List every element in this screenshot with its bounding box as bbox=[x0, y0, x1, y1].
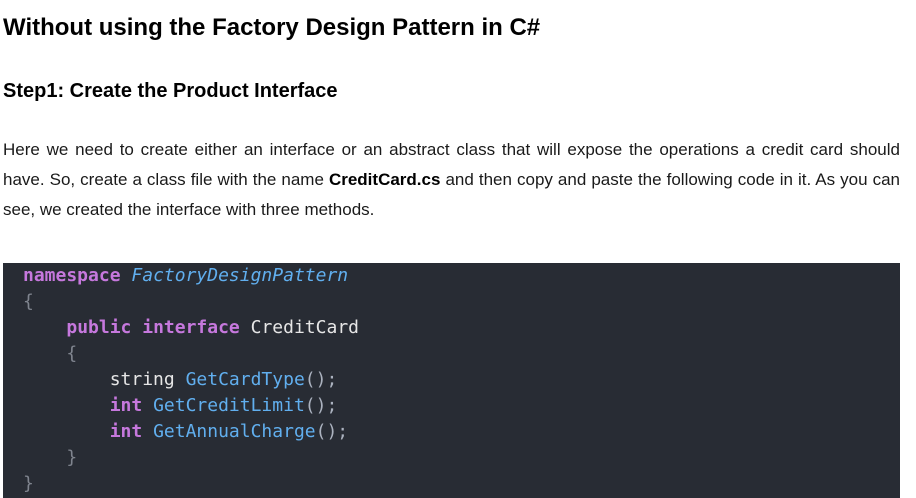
article-page: Without using the Factory Design Pattern… bbox=[0, 0, 916, 498]
method-suffix: (); bbox=[315, 421, 349, 442]
keyword-interface: interface bbox=[142, 317, 240, 338]
code-line-method-1: string GetCardType(); bbox=[23, 367, 900, 393]
keyword-namespace: namespace bbox=[23, 265, 121, 286]
code-line-close-brace: } bbox=[23, 471, 900, 497]
code-block[interactable]: namespace FactoryDesignPattern{ public i… bbox=[3, 263, 900, 498]
code-content: namespace FactoryDesignPattern{ public i… bbox=[23, 263, 900, 497]
step-heading: Step1: Create the Product Interface bbox=[3, 80, 338, 102]
brace-open-inner: { bbox=[66, 343, 78, 364]
code-line-method-3: int GetAnnualCharge(); bbox=[23, 419, 900, 445]
code-line-method-2: int GetCreditLimit(); bbox=[23, 393, 900, 419]
brace-close-inner: } bbox=[66, 447, 78, 468]
interface-name: CreditCard bbox=[250, 317, 359, 338]
code-line-close-brace-inner: } bbox=[23, 445, 900, 471]
return-type: string bbox=[109, 369, 175, 390]
method-name: GetCreditLimit bbox=[153, 395, 305, 416]
page-title: Without using the Factory Design Pattern… bbox=[3, 14, 541, 41]
method-suffix: (); bbox=[304, 395, 338, 416]
return-type: int bbox=[109, 421, 143, 442]
brace-open-outer: { bbox=[23, 291, 34, 312]
return-type: int bbox=[109, 395, 143, 416]
code-line-interface: public interface CreditCard bbox=[23, 315, 900, 341]
keyword-public: public bbox=[66, 317, 132, 338]
method-suffix: (); bbox=[304, 369, 338, 390]
brace-close-outer: } bbox=[23, 473, 34, 494]
method-name: GetCardType bbox=[185, 369, 305, 390]
code-line-open-brace-inner: { bbox=[23, 341, 900, 367]
code-line-namespace: namespace FactoryDesignPattern bbox=[23, 263, 900, 289]
intro-paragraph: Here we need to create either an interfa… bbox=[3, 135, 900, 225]
method-name: GetAnnualCharge bbox=[153, 421, 316, 442]
filename-highlight: CreditCard.cs bbox=[328, 170, 441, 189]
namespace-name: FactoryDesignPattern bbox=[131, 265, 349, 286]
code-line-open-brace: { bbox=[23, 289, 900, 315]
